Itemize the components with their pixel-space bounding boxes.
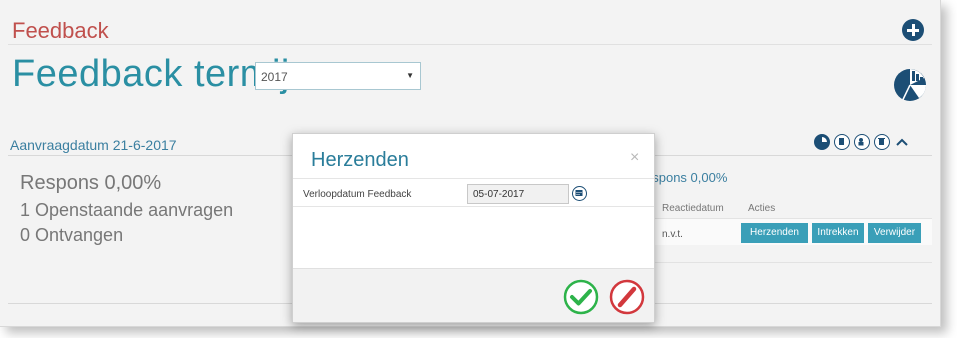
- year-select-value: 2017: [261, 70, 288, 84]
- received-stat: 0 Ontvangen: [20, 225, 124, 245]
- pie-chart-icon[interactable]: [893, 68, 927, 102]
- dialog-header-divider: [293, 178, 654, 179]
- respons-stat: Respons 0,00%: [20, 172, 162, 194]
- trash-icon[interactable]: [874, 134, 890, 150]
- section-title: Aanvraagdatum 21-6-2017: [10, 137, 177, 153]
- dialog-field-divider: [293, 206, 654, 207]
- document-icon[interactable]: [834, 134, 850, 150]
- herzenden-button[interactable]: Herzenden: [741, 223, 808, 243]
- app-title: Feedback: [12, 18, 109, 43]
- reactiedatum-cell: n.v.t.: [662, 229, 683, 240]
- add-icon[interactable]: [902, 19, 924, 41]
- header-divider: [8, 44, 932, 45]
- year-select[interactable]: 2017 ▼: [255, 62, 421, 90]
- panel-divider: [640, 262, 932, 263]
- column-header-acties: Acties: [748, 203, 776, 214]
- dialog-footer: [293, 268, 654, 322]
- expiry-date-label: Verloopdatum Feedback: [303, 189, 412, 200]
- cancel-button[interactable]: [609, 279, 645, 315]
- panel-respons: espons 0,00%: [645, 170, 728, 185]
- add-user-icon[interactable]: [854, 134, 870, 150]
- calendar-icon[interactable]: [572, 186, 587, 201]
- open-requests-stat: 1 Openstaande aanvragen: [20, 200, 234, 220]
- herzenden-dialog: Herzenden × Verloopdatum Feedback 05-07-…: [292, 133, 655, 323]
- close-icon[interactable]: ×: [630, 149, 639, 167]
- section-actions: [814, 134, 910, 150]
- intrekken-button[interactable]: Intrekken: [812, 223, 864, 243]
- confirm-button[interactable]: [563, 279, 599, 315]
- chevron-up-icon[interactable]: [894, 134, 910, 150]
- expiry-date-field[interactable]: 05-07-2017: [467, 184, 569, 204]
- chevron-down-icon: ▼: [406, 71, 414, 80]
- verwijder-button[interactable]: Verwijder: [868, 223, 921, 243]
- dialog-title: Herzenden: [311, 149, 409, 171]
- column-header-reactiedatum: Reactiedatum: [662, 203, 724, 214]
- chart-icon[interactable]: [814, 134, 830, 150]
- expiry-date-value: 05-07-2017: [473, 189, 525, 200]
